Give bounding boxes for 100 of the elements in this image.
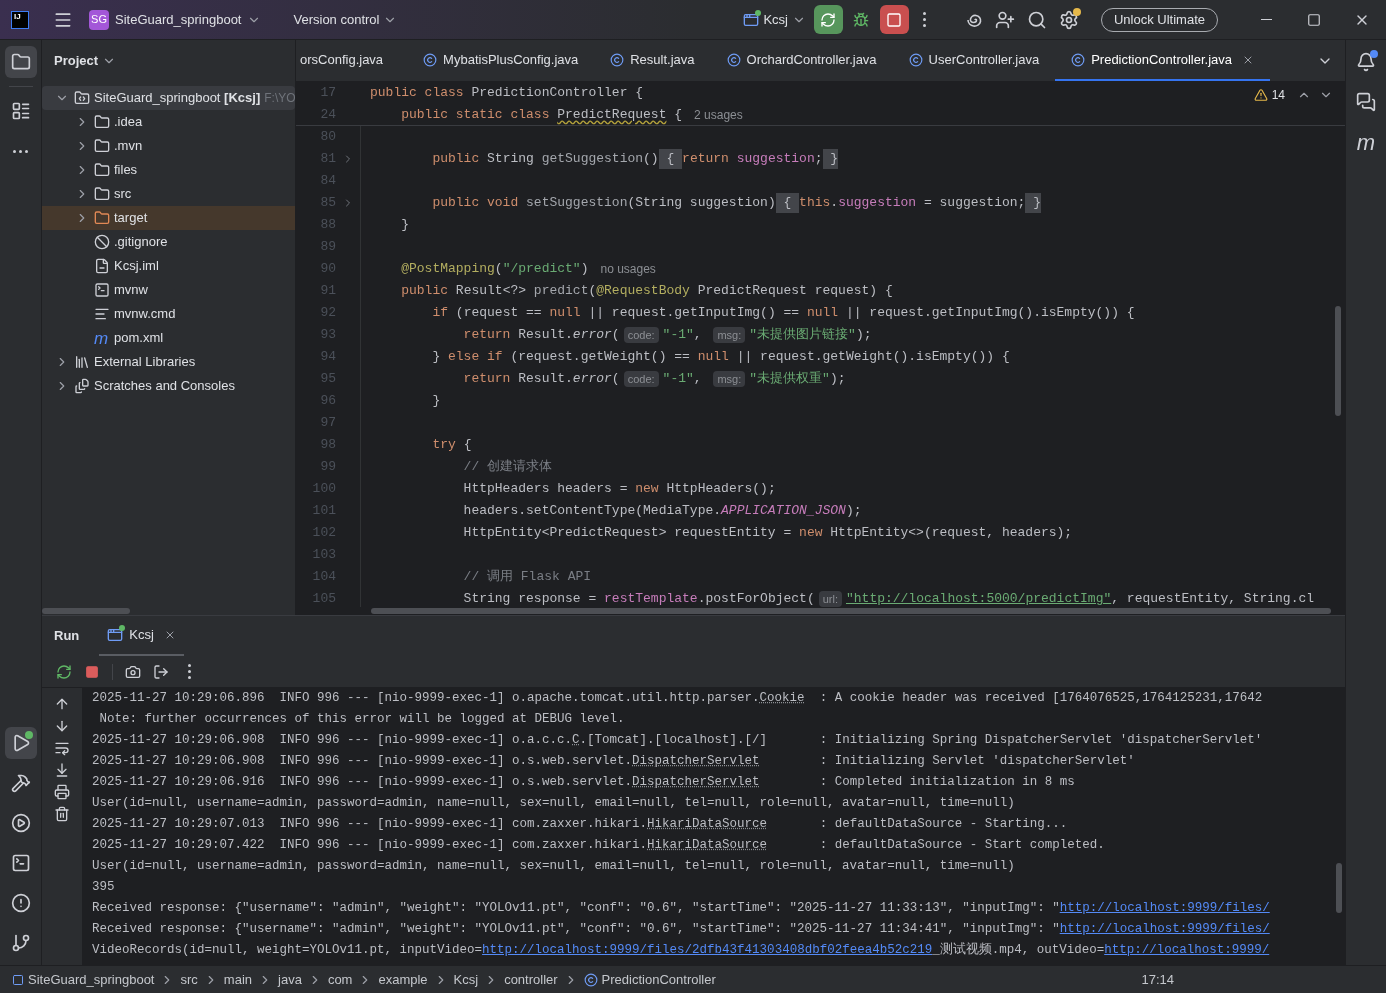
notifications-icon: [1356, 52, 1376, 72]
tree-item[interactable]: mvnw.cmd: [42, 302, 295, 326]
breadcrumb[interactable]: example: [378, 969, 428, 990]
run-button[interactable]: [4, 727, 37, 759]
tree-item[interactable]: src: [42, 182, 295, 206]
maven-icon: m: [94, 329, 110, 347]
maven-icon[interactable]: m: [1350, 126, 1382, 158]
print-button[interactable]: [54, 784, 70, 800]
code-text: public class PredictionController {: [370, 84, 644, 103]
console-line: 2025-11-27 10:29:06.908 INFO 996 --- [nio-9999-exec-1] o.a.c.c.C.[Tomcat].[localhost].[/] : Initializing Spring DispatcherServlet 'dispatcherServlet': [92, 732, 1263, 749]
down-arrow-button[interactable]: [54, 718, 70, 734]
code-text: }: [400, 216, 409, 235]
tree-item[interactable]: SiteGuard_springboot [Kcsj] F:\YO: [42, 86, 295, 110]
project-switcher[interactable]: SG SiteGuard_springboot: [89, 9, 262, 30]
breadcrumb[interactable]: java: [278, 969, 302, 990]
wrap-icon: [54, 740, 70, 756]
app-logo[interactable]: IJ: [11, 10, 29, 29]
vcs-dropdown[interactable]: Version control: [293, 9, 398, 30]
run-config-icon: [743, 11, 760, 28]
breadcrumb[interactable]: controller: [504, 969, 558, 990]
breadcrumb[interactable]: com: [327, 969, 353, 990]
more-icon: [187, 664, 191, 679]
code-text: "-1",: [662, 370, 703, 389]
print-icon: [54, 784, 70, 800]
editor-tab[interactable]: OrchardController.java: [710, 40, 893, 81]
folder-icon: [94, 186, 110, 202]
tree-item[interactable]: Scratches and Consoles: [42, 374, 295, 398]
rerun-button[interactable]: [813, 5, 843, 34]
code-text: try {: [431, 436, 472, 455]
tree-item[interactable]: .mvn: [42, 134, 295, 158]
code-text: public String getSuggestion(): [431, 150, 659, 169]
module-icon: [12, 973, 24, 986]
code-text: "未提供图片链接");: [749, 326, 872, 345]
tree-label: pom.xml: [114, 329, 164, 348]
link[interactable]: http://localhost:9999/: [1104, 943, 1270, 957]
link[interactable]: http://localhost:9999/files/: [1059, 922, 1270, 936]
trash-button[interactable]: [54, 806, 70, 822]
tree-label: .idea: [114, 113, 143, 132]
link[interactable]: http://localhost:9999/files/: [1059, 901, 1270, 915]
tree-item[interactable]: Kcsj.iml: [42, 254, 295, 278]
search-icon: [1026, 9, 1047, 30]
text-file-icon: [94, 306, 110, 322]
code-text: "-1",: [662, 326, 703, 345]
run-config-dropdown[interactable]: Kcsj: [743, 9, 806, 30]
console-line: 2025-11-27 10:29:06.916 INFO 996 --- [nio-9999-exec-1] o.s.web.servlet.DispatcherServlet : Completed initialization in 8 ms: [92, 774, 1075, 791]
tree-label: Kcsj.iml: [114, 257, 159, 276]
wrap-button[interactable]: [54, 740, 70, 756]
minimize-icon: [1260, 18, 1272, 21]
code-text: // 调用 Flask API: [462, 568, 592, 587]
up-arrow-button[interactable]: [54, 696, 70, 712]
folder-button[interactable]: [4, 46, 37, 78]
cursor-position[interactable]: 17:14: [1141, 969, 1174, 990]
usage-hint: 2 usages: [694, 107, 743, 124]
breadcrumb[interactable]: src: [180, 969, 198, 990]
console-line: User(id=null, username=admin, password=admin, name=null, sex=null, email=null, tel=null, role=null, avatar=null, time=null): [92, 795, 1015, 812]
editor-tab[interactable]: MybatisPlusConfig.java: [407, 40, 595, 81]
breadcrumb[interactable]: PredictionController: [601, 969, 716, 990]
warnings-indicator[interactable]: 14: [1253, 86, 1333, 104]
tree-item[interactable]: External Libraries: [42, 350, 295, 374]
scroll-to-end-button[interactable]: [54, 762, 70, 778]
code-text: if (request == null || request.getInputImg() == null || request.getInputImg().isEmpty()) {: [431, 304, 1135, 323]
tree-item[interactable]: target: [42, 206, 295, 230]
console-line: 395: [92, 879, 115, 896]
console-line: 2025-11-27 10:29:07.422 INFO 996 --- [nio-9999-exec-1] com.zaxxer.hikari.HikariDataSource : defaultDataSource - Start completed.: [92, 837, 1105, 854]
breadcrumb[interactable]: SiteGuard_springboot: [28, 969, 155, 990]
services-icon: [10, 813, 31, 833]
editor-tab[interactable]: UserController.java: [892, 40, 1056, 81]
tree-item[interactable]: files: [42, 158, 295, 182]
console-line: Received response: {"username": "admin", "weight": "YOLOv11.pt", "conf": "0.6", "startTime": "2025-11-27 11:33:13", "inputImg": "http://localhost:9999/files/: [92, 900, 1270, 917]
code-text: }: [431, 392, 441, 411]
panel-title: Run: [54, 627, 80, 646]
scrollbar[interactable]: [42, 608, 130, 614]
editor-tab[interactable]: orsConfig.java: [296, 40, 408, 81]
breadcrumb[interactable]: main: [223, 969, 252, 990]
console-line: VideoRecords(id=null, weight=YOLOv11.pt, inputVideo=http://localhost:9999/files/2dfb43f41303408dbf02feea4b52c219_测试视频.mp4, outVideo=http://localhost:9999/: [92, 941, 1270, 959]
folded-block: }: [1025, 193, 1041, 213]
maximize-icon: [1307, 12, 1321, 27]
console-line: Note: further occurrences of this error will be logged at DEBUG level.: [98, 711, 625, 728]
console-line: 2025-11-27 10:29:07.013 INFO 996 --- [nio-9999-exec-1] com.zaxxer.hikari.HikariDataSource : defaultDataSource - Starting...: [92, 816, 1068, 833]
tree-label: .mvn: [114, 137, 143, 156]
stop-button[interactable]: [879, 5, 909, 34]
scrollbar[interactable]: [1336, 863, 1342, 913]
code-text: public static class PredictRequest {: [400, 106, 683, 125]
code-text: HttpHeaders headers = new HttpHeaders();: [462, 480, 776, 499]
link[interactable]: http://localhost:9999/files/2dfb43f41303408dbf02feea4b52c219: [482, 943, 933, 957]
stop-icon: [85, 664, 99, 679]
tree-item[interactable]: m pom.xml: [42, 326, 295, 350]
panel-title[interactable]: Project: [54, 51, 117, 71]
folder-icon: [94, 162, 110, 178]
tree-label: .gitignore: [114, 233, 168, 252]
tree-item[interactable]: mvnw: [42, 278, 295, 302]
scrollbar[interactable]: [371, 608, 1331, 614]
tree-label: mvnw: [114, 281, 148, 300]
editor-tab[interactable]: Result.java: [594, 40, 711, 81]
tree-item[interactable]: .idea: [42, 110, 295, 134]
breadcrumb[interactable]: Kcsj: [453, 969, 479, 990]
add-user-icon: [994, 9, 1015, 30]
tree-item[interactable]: .gitignore: [42, 230, 295, 254]
scrollbar[interactable]: [1335, 306, 1341, 416]
tree-label: External Libraries: [94, 353, 196, 372]
